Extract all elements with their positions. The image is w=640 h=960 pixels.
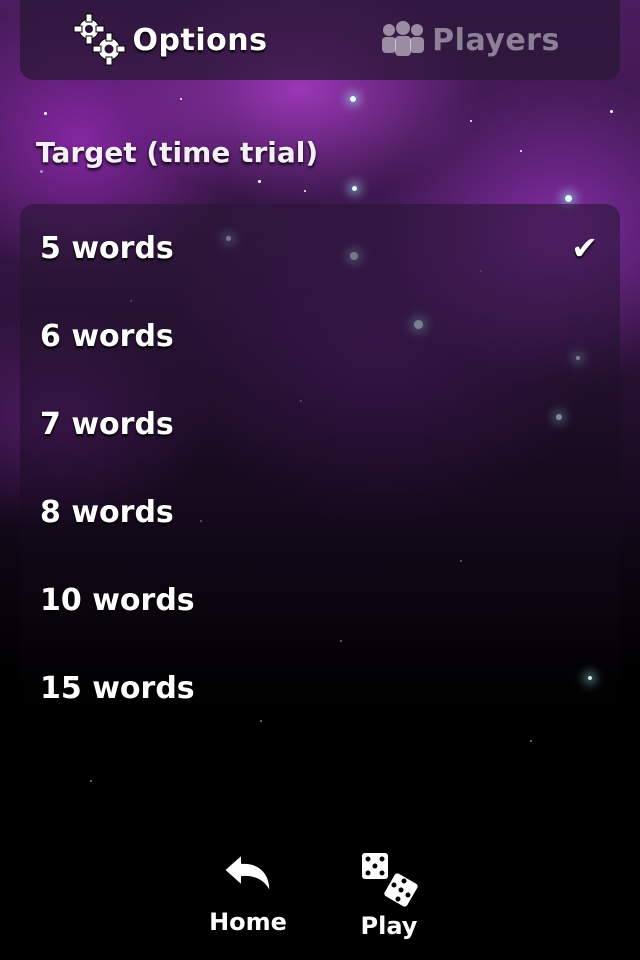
star — [40, 170, 43, 173]
option-label: 5 words — [40, 230, 174, 266]
home-label: Home — [209, 908, 287, 936]
tab-options-label: Options — [132, 22, 268, 58]
star — [610, 110, 613, 113]
option-label: 15 words — [40, 670, 195, 706]
play-button[interactable]: Play — [334, 850, 444, 950]
star — [44, 112, 47, 115]
list-item[interactable]: 15 words — [20, 644, 620, 732]
star — [520, 150, 522, 152]
checkmark-icon: ✔ — [571, 229, 598, 267]
play-label: Play — [360, 912, 418, 940]
tab-players-label: Players — [432, 22, 560, 58]
star — [304, 190, 306, 192]
top-tab-bar: Options Players — [20, 0, 620, 80]
players-icon — [382, 21, 425, 56]
list-item[interactable]: 5 words ✔ — [20, 204, 620, 292]
star — [258, 180, 261, 183]
dice-icon — [360, 851, 420, 909]
gears-icon — [73, 13, 126, 66]
option-label: 8 words — [40, 494, 174, 530]
option-label: 7 words — [40, 406, 174, 442]
star — [90, 780, 92, 782]
home-button[interactable]: Home — [193, 850, 303, 950]
option-label: 6 words — [40, 318, 174, 354]
list-item[interactable]: 8 words — [20, 468, 620, 556]
section-title: Target (time trial) — [36, 136, 319, 169]
list-item[interactable]: 7 words — [20, 380, 620, 468]
star — [470, 120, 472, 122]
star — [530, 740, 532, 742]
star — [565, 195, 572, 202]
undo-arrow-icon — [223, 853, 272, 895]
star — [352, 186, 357, 191]
tab-options[interactable]: Options — [20, 0, 320, 80]
option-label: 10 words — [40, 582, 195, 618]
list-item[interactable]: 6 words — [20, 292, 620, 380]
star — [350, 96, 356, 102]
star — [180, 98, 182, 100]
target-options-list: 5 words ✔ 6 words 7 words 8 words 10 wor… — [20, 204, 620, 734]
tab-players[interactable]: Players — [320, 0, 620, 80]
list-item[interactable]: 10 words — [20, 556, 620, 644]
